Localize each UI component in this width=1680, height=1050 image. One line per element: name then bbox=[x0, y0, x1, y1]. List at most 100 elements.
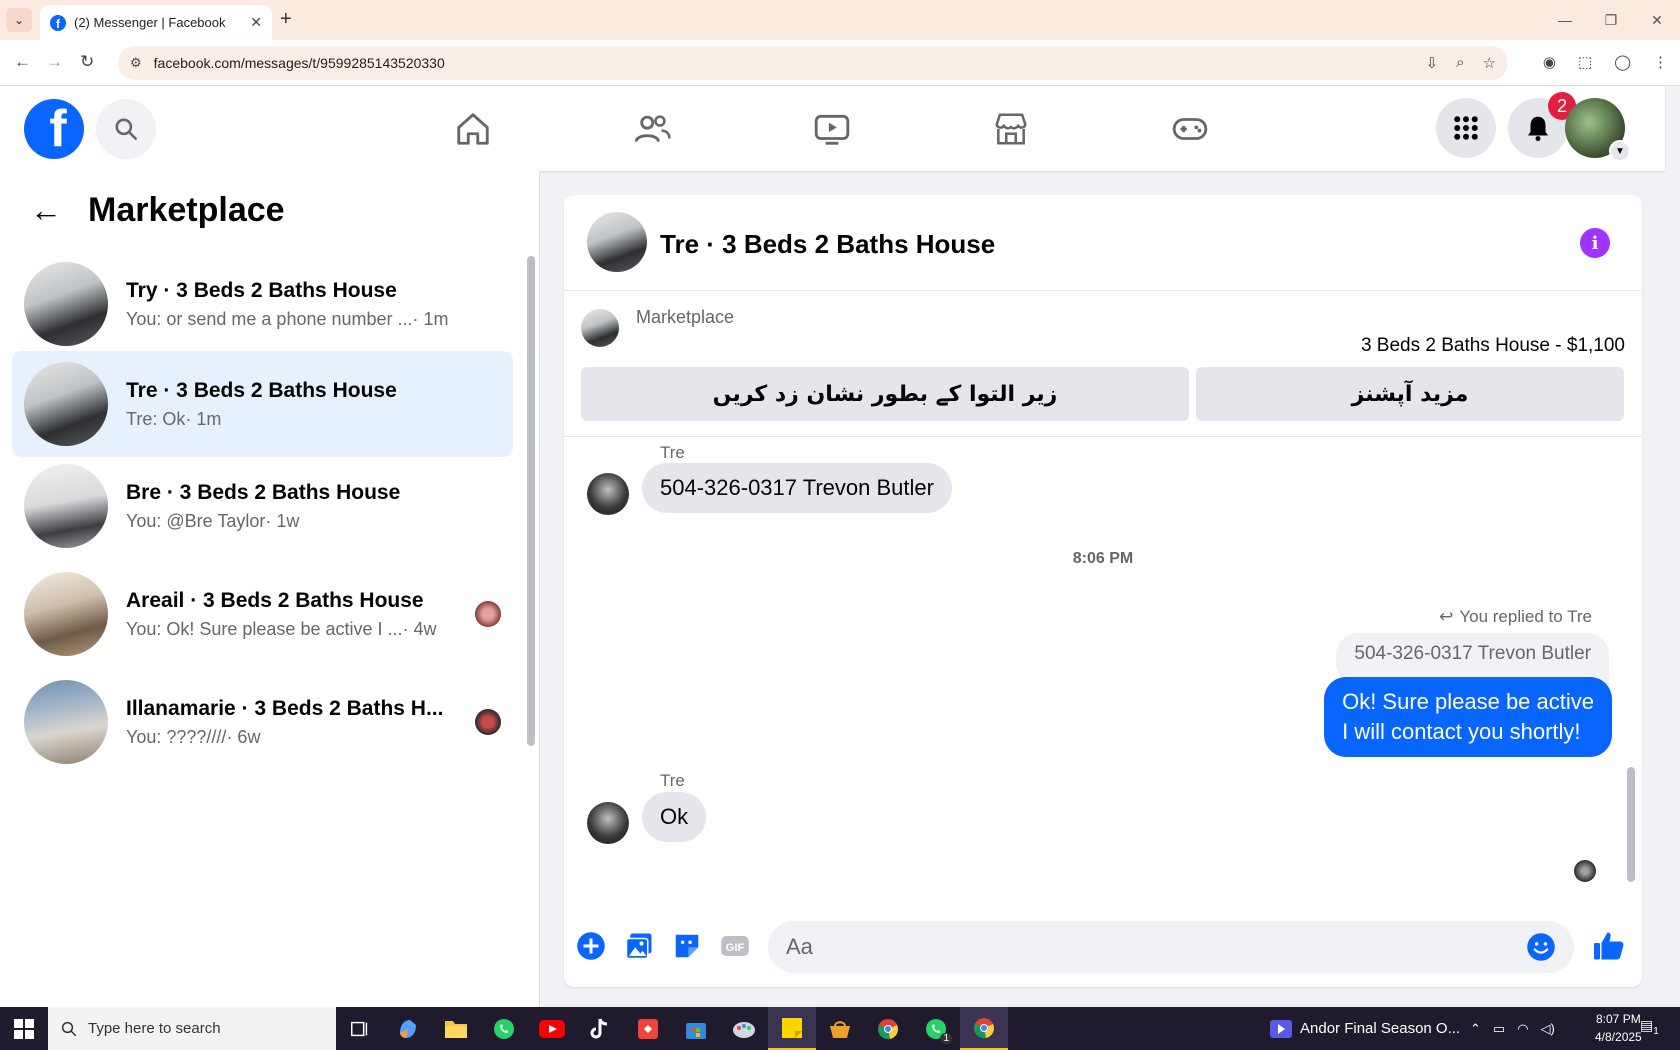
bookmark-star-icon[interactable]: ☆ bbox=[1483, 54, 1496, 72]
sticky-notes-icon[interactable] bbox=[768, 1007, 816, 1050]
conversation-preview: You: or send me a phone number ... bbox=[126, 308, 413, 329]
marketplace-label: Marketplace bbox=[636, 307, 735, 327]
address-bar: ← → ↻ ⚙ facebook.com/messages/t/95992851… bbox=[0, 40, 1680, 86]
chat-title[interactable]: Tre · 3 Beds 2 Baths House bbox=[660, 229, 995, 260]
profile-icon[interactable]: ◯ bbox=[1614, 53, 1631, 71]
chat-scrollbar[interactable] bbox=[1627, 445, 1635, 890]
attach-media-button[interactable] bbox=[623, 930, 655, 962]
menu-dots-icon[interactable]: ⋮ bbox=[1653, 53, 1668, 71]
browser-tab[interactable]: f (2) Messenger | Facebook ✕ bbox=[40, 5, 272, 40]
tab-close-icon[interactable]: ✕ bbox=[250, 14, 262, 31]
tiktok-icon[interactable] bbox=[576, 1007, 624, 1050]
plus-circle-icon bbox=[577, 932, 605, 960]
more-options-button[interactable]: مزید آپشنز bbox=[1196, 367, 1624, 421]
listing-thumbnail bbox=[24, 362, 108, 446]
extensions-icon[interactable]: ⬚ bbox=[1578, 53, 1592, 71]
volume-icon[interactable]: ◁) bbox=[1541, 1021, 1555, 1037]
search-icon bbox=[115, 118, 138, 141]
chat-panel: Tre · 3 Beds 2 Baths House i Marketplace… bbox=[564, 195, 1642, 987]
gif-button[interactable]: GIF bbox=[719, 930, 751, 962]
back-arrow-icon[interactable]: ← bbox=[30, 192, 62, 229]
scrollbar-thumb[interactable] bbox=[527, 256, 535, 746]
restore-icon[interactable]: ❐ bbox=[1588, 0, 1634, 40]
tab-list-button[interactable]: ⌄ bbox=[6, 8, 32, 32]
chevron-down-icon[interactable]: ▼ bbox=[1609, 140, 1631, 162]
clock-time: 8:07 PM bbox=[1596, 1012, 1641, 1026]
minimize-icon[interactable]: — bbox=[1542, 0, 1588, 40]
gaming-nav[interactable] bbox=[1160, 106, 1220, 152]
listing-title-price[interactable]: 3 Beds 2 Baths House - $1,100 bbox=[1361, 335, 1625, 357]
conversation-scrollbar[interactable] bbox=[527, 246, 535, 746]
site-info-icon[interactable]: ⚙ bbox=[130, 55, 142, 71]
chrome-icon[interactable] bbox=[960, 1007, 1008, 1050]
listing-thumbnail[interactable] bbox=[581, 309, 619, 347]
chevron-up-icon[interactable]: ⌃ bbox=[1470, 1021, 1481, 1037]
mark-as-pending-button[interactable]: زیر التوا کے بطور نشان زد کریں bbox=[581, 367, 1189, 421]
notification-center-icon[interactable]: ▤1 bbox=[1640, 1017, 1659, 1037]
basket-app-icon[interactable] bbox=[816, 1007, 864, 1050]
notifications-button[interactable]: 2 bbox=[1508, 92, 1576, 158]
conversation-title: Try · 3 Beds 2 Baths House bbox=[126, 278, 397, 302]
forward-icon[interactable]: → bbox=[46, 52, 63, 72]
task-view-icon[interactable] bbox=[336, 1007, 384, 1050]
conversation-item[interactable]: Try · 3 Beds 2 Baths House You: or send … bbox=[12, 251, 513, 357]
menu-button[interactable] bbox=[1436, 98, 1496, 158]
message-input[interactable]: Aa bbox=[768, 921, 1574, 973]
gaming-icon bbox=[1172, 118, 1208, 140]
emoji-icon[interactable] bbox=[1526, 932, 1556, 962]
more-actions-button[interactable] bbox=[575, 930, 607, 962]
send-like-button[interactable] bbox=[1589, 930, 1629, 962]
copilot-icon[interactable]: ◉ bbox=[1543, 53, 1556, 71]
install-app-icon[interactable]: ⇩ bbox=[1426, 54, 1439, 72]
sender-name: Tre bbox=[660, 443, 685, 462]
scrollbar-thumb[interactable] bbox=[1627, 767, 1635, 882]
conversation-time: · 1w bbox=[265, 510, 300, 531]
conversation-item[interactable]: Bre · 3 Beds 2 Baths House You: @Bre Tay… bbox=[12, 453, 513, 559]
sender-avatar[interactable] bbox=[587, 802, 629, 844]
microsoft-store-icon[interactable] bbox=[672, 1007, 720, 1050]
incoming-message[interactable]: Ok bbox=[642, 792, 707, 842]
outgoing-message[interactable]: Ok! Sure please be active I will contact… bbox=[1324, 677, 1612, 757]
incoming-message[interactable]: 504-326-0317 Trevon Butler bbox=[642, 463, 952, 513]
friends-nav[interactable] bbox=[622, 106, 682, 152]
info-icon[interactable]: i bbox=[1580, 228, 1610, 258]
url-text[interactable]: facebook.com/messages/t/9599285143520330 bbox=[154, 55, 1426, 71]
reply-indicator: ↩ You replied to Tre bbox=[1439, 607, 1592, 627]
chat-avatar[interactable] bbox=[587, 212, 647, 272]
omnibox[interactable]: ⚙ facebook.com/messages/t/95992851435203… bbox=[118, 46, 1508, 80]
back-icon[interactable]: ← bbox=[14, 52, 31, 72]
chrome-profile-icon[interactable] bbox=[864, 1007, 912, 1050]
sender-avatar[interactable] bbox=[587, 473, 629, 515]
new-tab-icon[interactable]: + bbox=[280, 8, 292, 31]
sticker-button[interactable] bbox=[671, 930, 703, 962]
whatsapp-icon[interactable] bbox=[480, 1007, 528, 1050]
wifi-icon[interactable]: ◠ bbox=[1517, 1021, 1528, 1037]
browser-tab-bar: ⌄ f (2) Messenger | Facebook ✕ + — ❐ ✕ bbox=[0, 0, 1680, 40]
conversation-item[interactable]: Areail · 3 Beds 2 Baths House You: Ok! S… bbox=[12, 561, 513, 667]
conversation-item-active[interactable]: Tre · 3 Beds 2 Baths House Tre: Ok · 1m bbox=[12, 351, 513, 457]
whatsapp-notify-icon[interactable]: 1 bbox=[912, 1007, 960, 1050]
search-button[interactable] bbox=[96, 99, 156, 159]
copilot-app-icon[interactable] bbox=[384, 1007, 432, 1050]
facebook-favicon-icon: f bbox=[50, 14, 66, 31]
marketplace-nav[interactable] bbox=[981, 106, 1041, 152]
zoom-icon[interactable]: ⌕ bbox=[1456, 54, 1464, 72]
watch-nav[interactable] bbox=[802, 106, 862, 152]
taskbar-search[interactable]: Type here to search bbox=[48, 1007, 336, 1050]
meet-now-icon[interactable]: ▭ bbox=[1493, 1021, 1505, 1037]
conversation-item[interactable]: Illanamarie · 3 Beds 2 Baths H... You: ?… bbox=[12, 669, 513, 775]
file-explorer-icon[interactable] bbox=[432, 1007, 480, 1050]
youtube-icon[interactable] bbox=[528, 1007, 576, 1050]
facebook-logo-icon[interactable]: f bbox=[24, 99, 84, 159]
taskbar-clock[interactable]: 8:07 PM 4/8/2025 bbox=[1595, 1010, 1642, 1046]
account-avatar[interactable]: ▼ bbox=[1565, 98, 1631, 162]
paint-app-icon[interactable] bbox=[720, 1007, 768, 1050]
message-thread: Tre 504-326-0317 Trevon Butler 8:06 PM ↩… bbox=[564, 437, 1642, 897]
marketplace-icon bbox=[995, 113, 1027, 145]
reload-icon[interactable]: ↻ bbox=[80, 52, 94, 72]
start-button[interactable] bbox=[0, 1007, 48, 1050]
anydesk-icon[interactable] bbox=[624, 1007, 672, 1050]
media-widget[interactable]: Andor Final Season O... bbox=[1270, 1007, 1460, 1050]
home-nav[interactable] bbox=[443, 106, 503, 152]
close-window-icon[interactable]: ✕ bbox=[1634, 0, 1680, 40]
